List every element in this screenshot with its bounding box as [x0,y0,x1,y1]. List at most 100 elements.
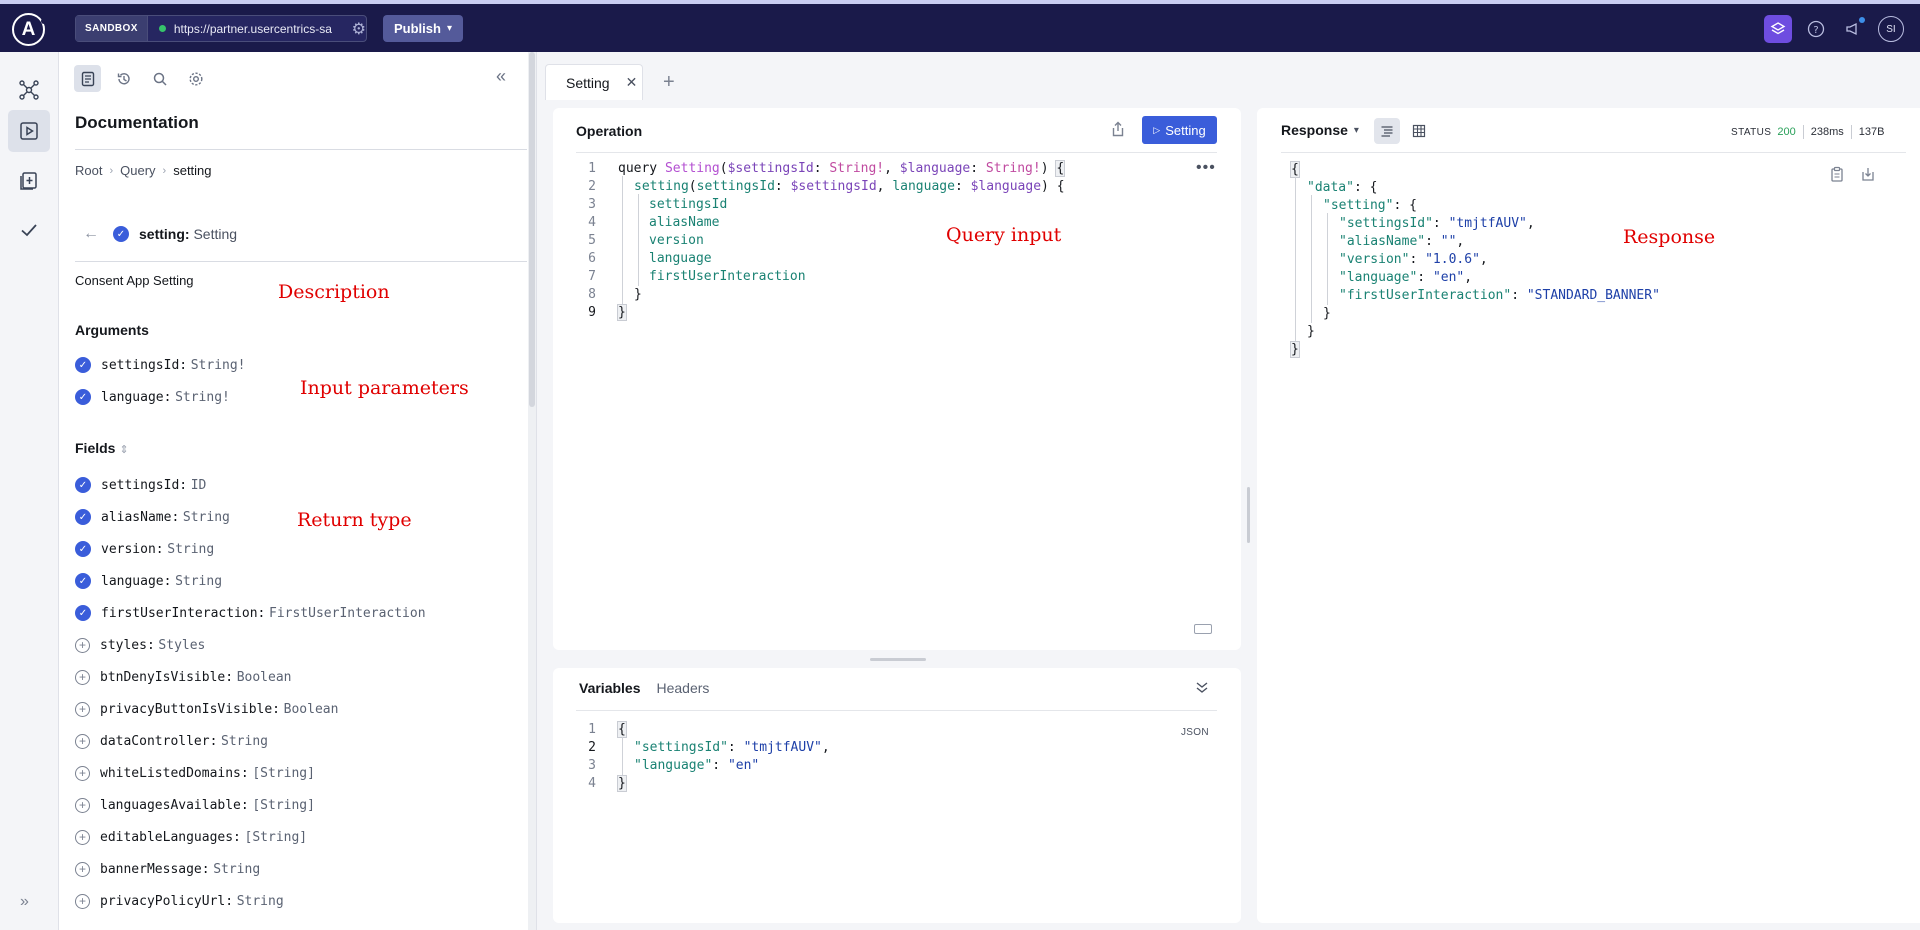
add-field-icon[interactable]: + [75,669,90,685]
field-type[interactable]: FirstUserInteraction [269,606,426,621]
field-row[interactable]: ✓ aliasName: String [75,509,230,525]
field-row[interactable]: + bannerMessage: String [75,861,260,877]
collapse-variables-icon[interactable] [1195,680,1209,697]
apollo-logo[interactable]: A [12,13,47,46]
add-field-icon[interactable]: + [75,765,90,781]
argument-type: String! [175,390,230,405]
checks-icon[interactable] [8,209,50,251]
endpoint-url[interactable]: https://partner.usercentrics-sa [174,22,344,36]
check-icon[interactable]: ✓ [75,541,91,557]
download-icon[interactable] [1861,166,1875,185]
breadcrumb-query[interactable]: Query [120,163,155,178]
response-title[interactable]: Response ▾ [1281,122,1359,138]
field-type[interactable]: String [183,510,230,525]
doc-scrollbar[interactable] [528,52,536,930]
add-field-icon[interactable]: + [75,701,90,717]
field-type[interactable]: String [237,894,284,909]
field-row[interactable]: + languagesAvailable: [String] [75,797,315,813]
sort-icon[interactable]: ⇕ [119,444,128,456]
changelog-icon[interactable] [8,159,50,201]
tab-headers[interactable]: Headers [657,680,710,696]
check-icon[interactable]: ✓ [75,389,91,405]
collapse-panel-icon[interactable]: « [496,66,506,87]
user-avatar[interactable]: SI [1878,16,1904,42]
field-type[interactable]: [String] [252,798,315,813]
response-status: STATUS 200 238ms 137B [1731,125,1884,139]
tab-variables[interactable]: Variables [579,680,641,696]
annotation-query-input: Query input [946,224,1062,246]
copy-icon[interactable] [1830,166,1844,185]
add-field-icon[interactable]: + [75,861,90,877]
response-size: 137B [1858,126,1885,138]
add-field-icon[interactable]: + [75,733,90,749]
table-view-icon[interactable] [1406,118,1432,144]
field-type[interactable]: ID [191,478,207,493]
field-type[interactable]: String [221,734,268,749]
field-type[interactable]: String [175,574,222,589]
tab-setting[interactable]: Setting ✕ [545,64,643,100]
field-type[interactable]: Boolean [284,702,339,717]
check-icon[interactable]: ✓ [75,573,91,589]
argument-row[interactable]: ✓ language: String! [75,389,230,405]
field-row[interactable]: ✓ version: String [75,541,214,557]
field-row[interactable]: + privacyButtonIsVisible: Boolean [75,701,338,717]
help-icon[interactable]: ? [1802,15,1830,43]
schema-graph-icon[interactable] [8,69,50,111]
back-arrow-icon[interactable]: ← [83,225,99,243]
field-row[interactable]: ✓ language: String [75,573,222,589]
annotation-input-parameters: Input parameters [300,377,469,399]
field-type[interactable]: String [167,542,214,557]
add-field-icon[interactable]: + [75,797,90,813]
share-icon[interactable] [1111,121,1125,141]
run-operation-button[interactable]: ▷ Setting [1142,116,1217,144]
field-row[interactable]: + whiteListedDomains: [String] [75,765,315,781]
response-divider [1281,152,1906,153]
check-icon[interactable]: ✓ [113,226,129,242]
breadcrumb-separator-icon: › [162,164,167,177]
settings-icon[interactable] [182,65,209,92]
explorer-icon[interactable] [8,110,50,152]
add-field-icon[interactable]: + [75,829,90,845]
add-field-icon[interactable]: + [75,893,90,909]
argument-row[interactable]: ✓ settingsId: String! [75,357,246,373]
field-type[interactable]: Styles [158,638,205,653]
field-type[interactable]: Boolean [237,670,292,685]
expand-nav-icon[interactable]: » [20,893,29,911]
field-type[interactable]: Setting [193,226,237,242]
breadcrumb-root[interactable]: Root [75,163,102,178]
field-type[interactable]: String [213,862,260,877]
keyboard-shortcuts-icon[interactable] [1194,624,1212,634]
check-icon[interactable]: ✓ [75,509,91,525]
history-icon[interactable] [110,65,137,92]
field-row[interactable]: + editableLanguages: [String] [75,829,307,845]
panel-split-handle[interactable] [1247,487,1250,543]
endpoint-selector[interactable]: SANDBOX https://partner.usercentrics-sa … [75,15,367,42]
add-field-icon[interactable]: + [75,637,90,653]
field-row[interactable]: ✓ firstUserInteraction: FirstUserInteract… [75,605,426,621]
check-icon[interactable]: ✓ [75,477,91,493]
field-type[interactable]: [String] [245,830,308,845]
gear-icon[interactable]: ⚙ [352,19,366,39]
json-view-icon[interactable] [1374,118,1400,144]
publish-button[interactable]: Publish ▾ [383,15,463,42]
field-row[interactable]: + privacyPolicyUrl: String [75,893,284,909]
resize-handle[interactable] [870,658,926,661]
field-row[interactable]: + styles: Styles [75,637,205,653]
stack-icon[interactable] [1764,15,1792,43]
check-icon[interactable]: ✓ [75,605,91,621]
more-options-icon[interactable]: ••• [1196,159,1216,177]
code-line-9: } [617,304,627,321]
field-row[interactable]: ✓ settingsId: ID [75,477,206,493]
search-icon[interactable] [146,65,173,92]
close-icon[interactable]: ✕ [626,74,638,91]
field-type[interactable]: [String] [252,766,315,781]
field-row[interactable]: + btnDenyIsVisible: Boolean [75,669,291,685]
field-row[interactable]: + dataController: String [75,733,268,749]
documentation-icon[interactable] [74,65,101,92]
code-line-6: language [649,251,712,266]
add-tab-icon[interactable]: + [663,71,675,94]
fields-title-label: Fields [75,440,116,456]
announcement-icon[interactable] [1840,15,1868,43]
check-icon[interactable]: ✓ [75,357,91,373]
doc-scrollbar-thumb[interactable] [529,52,535,407]
